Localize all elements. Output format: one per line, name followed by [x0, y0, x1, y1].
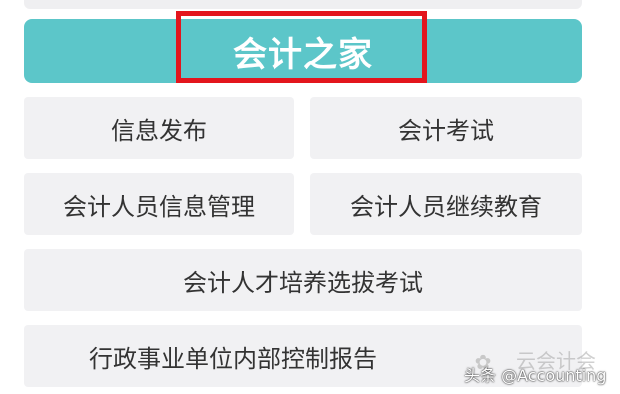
menu-tile-info-release[interactable]: 信息发布: [24, 97, 294, 159]
menu-tile-label: 会计人员信息管理: [63, 192, 255, 221]
menu-tile-label: 会计人员继续教育: [350, 192, 542, 221]
menu-tile-personnel-info-management[interactable]: 会计人员信息管理: [24, 173, 294, 235]
menu-tile-label: 会计考试: [398, 116, 494, 145]
menu-tile-talent-selection-exam[interactable]: 会计人才培养选拔考试: [24, 249, 582, 311]
watermark-text: 头条 @Accounting: [464, 366, 607, 385]
previous-panel-edge: [24, 0, 582, 9]
section-title: 会计之家: [233, 34, 373, 75]
menu-tile-label: 行政事业单位内部控制报告: [89, 344, 377, 373]
section-header: 会计之家: [24, 19, 582, 83]
menu-tile-continuing-education[interactable]: 会计人员继续教育: [310, 173, 582, 235]
menu-tile-label: 会计人才培养选拔考试: [183, 268, 423, 297]
menu-tile-label: 信息发布: [111, 116, 207, 145]
menu-tile-accounting-exam[interactable]: 会计考试: [310, 97, 582, 159]
